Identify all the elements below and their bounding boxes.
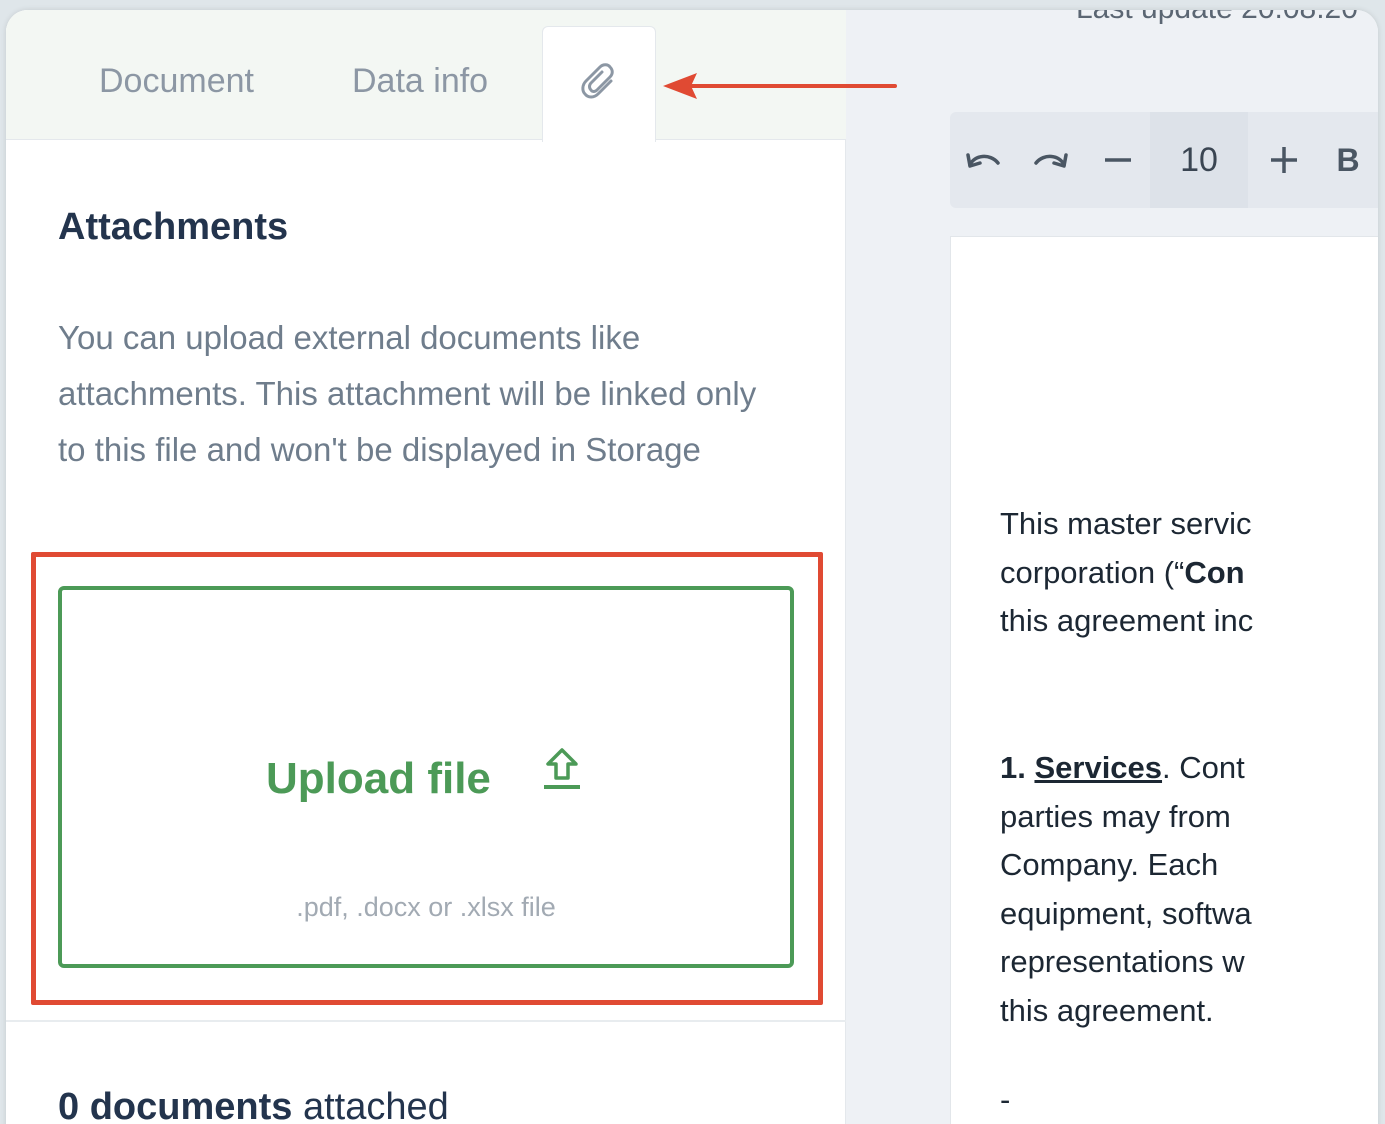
attached-count-label: attached xyxy=(292,1086,449,1124)
doc-line-text: corporation (“ xyxy=(1000,554,1185,590)
editor-toolbar: 10 B xyxy=(950,112,1378,208)
paperclip-icon xyxy=(581,63,614,99)
doc-section-heading: Services xyxy=(1034,750,1163,785)
divider xyxy=(6,1020,846,1022)
doc-line-text: . Cont xyxy=(1162,750,1245,785)
app-window: Document Data info Attachments You can u… xyxy=(6,10,1378,1124)
attached-count: 0 documents attached xyxy=(58,1086,449,1124)
doc-line: this agreement. xyxy=(1000,992,1214,1028)
doc-paragraph-dash: - xyxy=(1000,1082,1011,1117)
last-update-text: Last update 20.08.20 xyxy=(1076,10,1358,26)
editor-area: Last update 20.08.20 10 B xyxy=(846,10,1378,1124)
doc-line: corporation (“Con xyxy=(1000,549,1378,598)
doc-line: This master servic xyxy=(1000,506,1252,541)
bold-button[interactable]: B xyxy=(1328,112,1368,208)
undo-icon xyxy=(966,153,1000,168)
side-panel: Document Data info Attachments You can u… xyxy=(6,10,846,1124)
upload-dropzone[interactable]: Upload file .pdf, .docx or .xlsx file xyxy=(58,586,794,968)
doc-bold-text: Con xyxy=(1184,554,1245,590)
tab-attachments[interactable] xyxy=(542,26,656,142)
doc-section-number: 1. xyxy=(1000,750,1035,785)
doc-line: 1. Services. Cont xyxy=(1000,744,1378,793)
doc-line: parties may from xyxy=(1000,798,1231,834)
plus-icon xyxy=(1271,147,1297,173)
doc-paragraph-intro: This master servic corporation (“Con thi… xyxy=(1000,500,1378,646)
font-size-value[interactable]: 10 xyxy=(1150,112,1248,208)
upload-file-label: Upload file xyxy=(266,754,491,803)
upload-icon xyxy=(544,748,580,789)
decrease-font-button[interactable] xyxy=(1098,112,1138,208)
increase-font-button[interactable] xyxy=(1264,112,1304,208)
upload-hint: .pdf, .docx or .xlsx file xyxy=(296,892,556,922)
minus-icon xyxy=(1105,158,1131,162)
redo-button[interactable] xyxy=(1028,112,1072,208)
tab-document[interactable]: Document xyxy=(99,62,254,101)
attachments-title: Attachments xyxy=(58,206,289,248)
tab-data-info[interactable]: Data info xyxy=(352,62,488,101)
doc-line: this agreement inc xyxy=(1000,603,1254,638)
redo-icon xyxy=(1034,153,1068,168)
attachments-description: You can upload external documents like a… xyxy=(58,319,757,468)
doc-line: Company. Each xyxy=(1000,847,1219,882)
doc-paragraph-services: 1. Services. Cont parties may from Compa… xyxy=(1000,744,1378,1035)
doc-line: representations w xyxy=(1000,944,1245,979)
doc-line: equipment, softwa xyxy=(1000,895,1252,931)
undo-button[interactable] xyxy=(962,112,1006,208)
attached-count-number: 0 documents xyxy=(58,1086,293,1124)
annotation-arrow-icon xyxy=(663,73,897,99)
